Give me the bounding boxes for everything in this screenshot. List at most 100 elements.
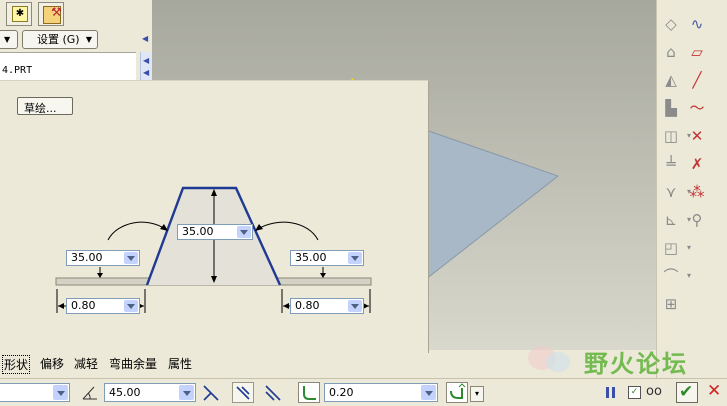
angle-select[interactable]: 45.00 (104, 383, 196, 402)
tab-shape[interactable]: 形状 (2, 355, 31, 374)
dashboard-tabs: 形状 偏移 减轻 弯曲余量 属性 (0, 352, 428, 374)
analysis-icon[interactable]: ⚲ (687, 210, 707, 230)
arrow-left-icon (283, 303, 289, 309)
left-thickness-input[interactable]: 0.80 (66, 298, 140, 314)
bend-radius-toggle[interactable] (298, 382, 320, 403)
chevron-down-icon[interactable]: ▾ (470, 386, 484, 402)
arrow-head-icon (160, 224, 168, 231)
extrude-wall-icon[interactable]: ▙ (661, 98, 681, 118)
sketch-curve-icon[interactable]: 〜 (687, 98, 707, 118)
diagonal-icon (265, 385, 281, 401)
cut-icon[interactable]: ╧ (661, 154, 681, 174)
sheet-metal-face (411, 127, 560, 292)
radius-select[interactable]: 0.20 (324, 383, 438, 402)
settings-label: 设置 (G) (37, 33, 80, 46)
flange-icon[interactable]: ◭ (661, 70, 681, 90)
pause-button[interactable] (602, 382, 624, 403)
flange-shape-panel: 草绘... 35.00 35.00 35.00 0.80 0.80 (0, 80, 429, 353)
arrow-head-icon (255, 224, 263, 231)
tab-properties[interactable]: 属性 (168, 355, 192, 372)
tab-bend-allowance[interactable]: 弯曲余量 (109, 355, 157, 372)
right-thickness-input[interactable]: 0.80 (290, 298, 364, 314)
star-icon: ✱ (12, 6, 28, 22)
tab-offset[interactable]: 偏移 (40, 355, 64, 372)
dropdown-arrow-icon[interactable] (348, 252, 362, 264)
chevron-down-icon[interactable]: ▾ (679, 266, 699, 286)
glasses-icon: oo (646, 384, 662, 399)
model-tree-area: ✱ ⚒ ▼ 设置 (G) ▼ 4.PRT ◀ ◀ ◀ (0, 0, 152, 83)
left-angle-value: 35.00 (71, 251, 103, 264)
rip-icon[interactable]: ⌒ (661, 266, 681, 286)
right-feature-toolbar: ◇ ∿ ⌂ ▱ ◭ ╱ ▙ 〜 ◫ ▾ ✕ ╧ ✗ ⋎ ▾ ⁂ ⊾ ▾ ⚲ ◰ … (656, 0, 727, 378)
scroll-left-icon: ◀ (143, 68, 150, 77)
line-slash-icon[interactable]: ╱ (687, 70, 707, 90)
right-thickness-value: 0.80 (295, 299, 320, 312)
sine-curve-icon[interactable]: ∿ (687, 14, 707, 34)
radius-side-button[interactable] (446, 382, 468, 403)
right-angle-value: 35.00 (295, 251, 327, 264)
watermark-text: 野火论坛 (584, 350, 688, 378)
left-angle-arrow (107, 221, 166, 241)
point-offset-icon[interactable]: ⁂ (687, 182, 707, 202)
glasses-preview-button[interactable]: oo (644, 382, 668, 403)
height-input[interactable]: 35.00 (177, 224, 253, 240)
show-dropdown[interactable]: ▼ (0, 30, 18, 49)
scroll-left-icon: ◀ (143, 56, 150, 65)
attachment-select[interactable] (0, 383, 70, 402)
chevron-down-icon: ▼ (4, 35, 11, 44)
dropdown-arrow-icon[interactable] (53, 385, 68, 400)
angle-value: 45.00 (109, 386, 141, 399)
butterfly-logo-icon (528, 346, 570, 372)
height-value: 35.00 (182, 225, 214, 238)
tree-scrollbar[interactable]: ◀ ◀ (140, 52, 152, 80)
flat-wall-icon[interactable]: ◫ (661, 126, 681, 146)
dropdown-arrow-icon[interactable] (179, 385, 194, 400)
pause-icon (612, 387, 615, 398)
arrow-left-icon (58, 303, 64, 309)
right-angle-arrow (257, 221, 319, 241)
left-thickness-value: 0.80 (71, 299, 96, 312)
tree-collapse-bar[interactable]: ◀ (140, 0, 151, 52)
bend-radius-icon (303, 386, 316, 400)
datum-plane-icon[interactable]: ◇ (661, 14, 681, 34)
dropdown-arrow-icon[interactable] (421, 385, 436, 400)
collapse-icon: ◀ (142, 34, 149, 43)
dropdown-arrow-icon[interactable] (124, 300, 138, 312)
show-tree-button[interactable]: ✱ (6, 2, 32, 26)
checkbox-icon: ✓ (628, 386, 641, 399)
diagonal-icon (236, 386, 250, 400)
dropdown-arrow-icon[interactable] (237, 226, 251, 238)
flip-diagonal-icon (203, 385, 219, 401)
hammer-icon: ⚒ (51, 5, 62, 19)
parallelogram-icon[interactable]: ▱ (687, 42, 707, 62)
corner-relief-icon[interactable]: ◰ (661, 238, 681, 258)
tab-relief[interactable]: 减轻 (74, 355, 98, 372)
model-tree-filter-button[interactable]: ⚒ (38, 2, 64, 26)
chevron-down-icon: ▼ (85, 35, 92, 44)
bend-icon[interactable]: ⋎ (661, 182, 681, 202)
model-tree-list: 4.PRT (0, 52, 136, 83)
flip-side-button[interactable] (200, 382, 222, 403)
pause-icon (606, 387, 609, 398)
datum-point-icon[interactable]: ✕ (687, 126, 707, 146)
sheet-metal-wall-icon[interactable]: ⌂ (661, 42, 681, 62)
inner-radius-icon (450, 383, 466, 399)
cancel-button[interactable]: ✕ (704, 381, 726, 403)
forum-watermark: 野火论坛 (522, 340, 712, 380)
chevron-down-icon[interactable]: ▾ (679, 238, 699, 258)
coordinate-system-icon[interactable]: ✗ (687, 154, 707, 174)
material-side-button[interactable] (262, 382, 284, 403)
apply-button[interactable]: ✔ (676, 382, 698, 403)
unbend-icon[interactable]: ⊾ (661, 210, 681, 230)
close-icon: ✕ (707, 381, 722, 401)
part-name[interactable]: 4.PRT (2, 65, 32, 76)
right-angle-input[interactable]: 35.00 (290, 250, 364, 266)
check-icon: ✔ (679, 382, 694, 402)
dropdown-arrow-icon[interactable] (348, 300, 362, 312)
dropdown-arrow-icon[interactable] (124, 252, 138, 264)
thicken-side-button[interactable] (232, 382, 254, 403)
settings-dropdown[interactable]: 设置 (G) ▼ (22, 30, 98, 49)
pattern-icon[interactable]: ⊞ (661, 294, 681, 314)
left-angle-input[interactable]: 35.00 (66, 250, 140, 266)
radius-value: 0.20 (329, 386, 354, 399)
